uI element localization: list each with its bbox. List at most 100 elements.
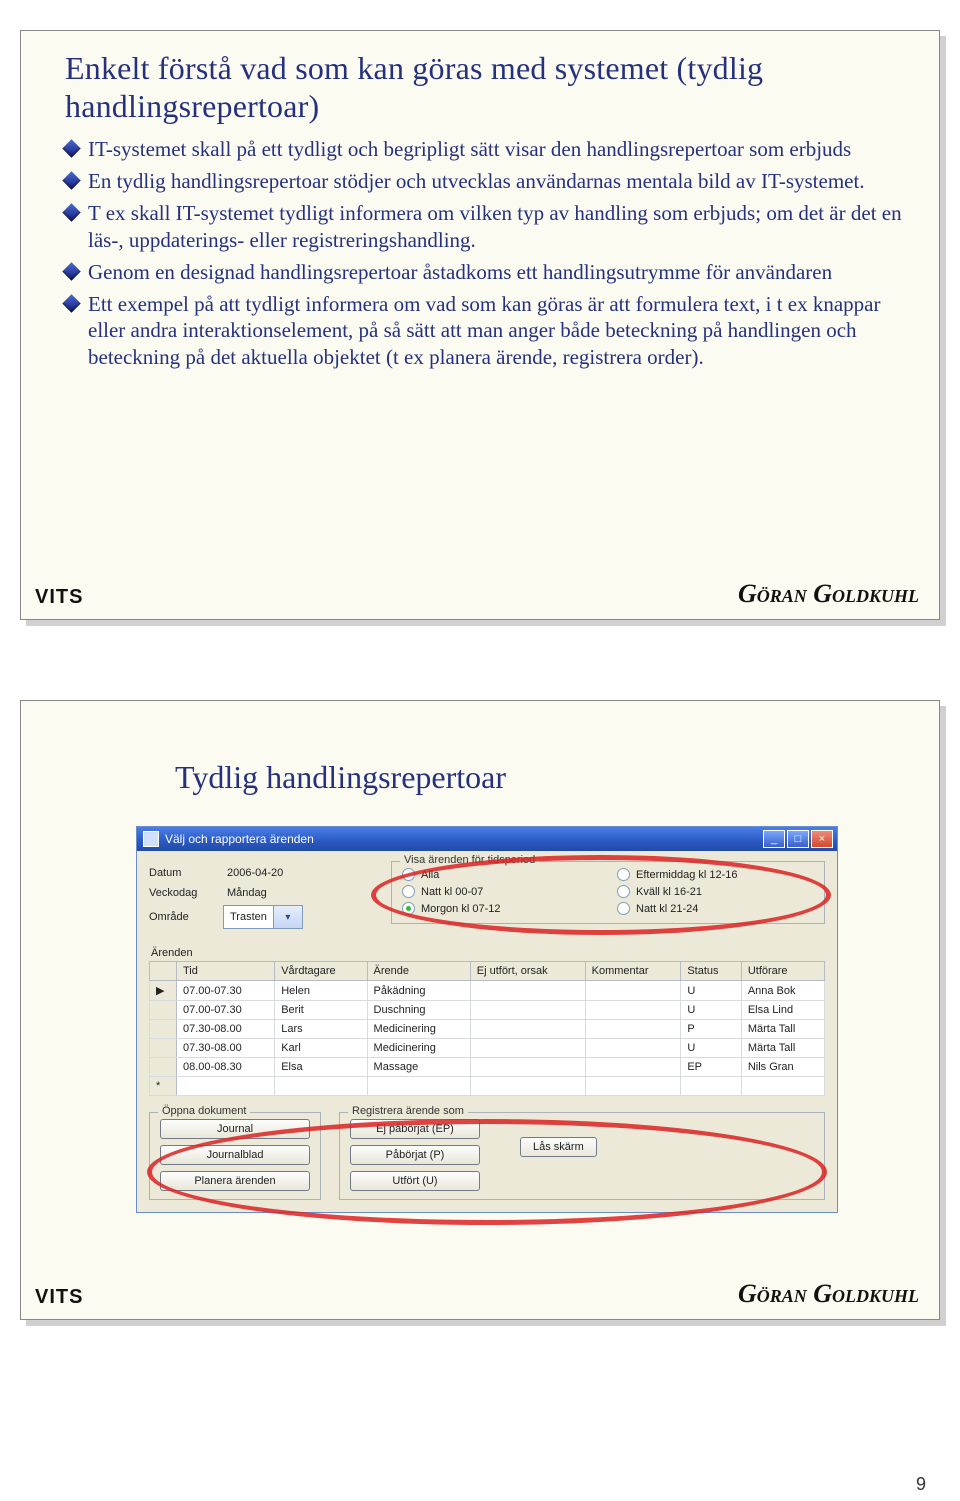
footer-author: Göran Goldkuhl — [738, 579, 919, 609]
row-marker — [150, 1058, 177, 1077]
diamond-icon — [62, 262, 80, 280]
label-arenden: Ärenden — [151, 947, 825, 959]
maximize-button[interactable]: □ — [787, 830, 809, 848]
label-veckodag: Veckodag — [149, 887, 223, 899]
list-item: T ex skall IT-systemet tydligt informera… — [65, 200, 909, 253]
radio-label: Eftermiddag kl 12-16 — [636, 869, 738, 881]
cell-arende: Massage — [367, 1058, 470, 1077]
cell-kommentar — [585, 1039, 681, 1058]
radio-alla[interactable]: Alla — [402, 868, 599, 881]
radio-label: Natt kl 00-07 — [421, 886, 483, 898]
col-kommentar: Kommentar — [585, 962, 681, 981]
table-row[interactable]: 07.00-07.30BeritDuschningUElsa Lind — [150, 1001, 825, 1020]
legend-open: Öppna dokument — [158, 1105, 250, 1117]
label-datum: Datum — [149, 867, 223, 879]
radio-natt1[interactable]: Natt kl 00-07 — [402, 885, 599, 898]
table-row[interactable]: 07.30-08.00LarsMedicineringPMärta Tall — [150, 1020, 825, 1039]
app-icon — [143, 831, 159, 847]
diamond-icon — [62, 171, 80, 189]
radio-kvall[interactable]: Kväll kl 16-21 — [617, 885, 814, 898]
diamond-icon — [62, 294, 80, 312]
page-number: 9 — [916, 1474, 926, 1495]
cell-tid: 07.00-07.30 — [177, 1001, 275, 1020]
cell-arende: Medicinering — [367, 1020, 470, 1039]
ej-paborjat-button[interactable]: Ej påbörjat (EP) — [350, 1119, 480, 1139]
table-row[interactable]: 08.00-08.30ElsaMassage EPNils Gran — [150, 1058, 825, 1077]
cell-status: EP — [681, 1058, 742, 1077]
row-marker — [150, 1020, 177, 1039]
journalblad-button[interactable]: Journalblad — [160, 1145, 310, 1165]
combo-omrade[interactable]: Trasten ▾ — [223, 905, 303, 929]
row-marker: ▶ — [150, 981, 177, 1001]
cell-kommentar — [585, 1001, 681, 1020]
cell-utforare: Anna Bok — [741, 981, 824, 1001]
cell-orsak — [470, 1039, 585, 1058]
planera-arenden-button[interactable]: Planera ärenden — [160, 1171, 310, 1191]
form-left: Datum 2006-04-20 Veckodag Måndag Område … — [149, 861, 379, 933]
cell-status: P — [681, 1020, 742, 1039]
value-datum: 2006-04-20 — [223, 865, 341, 881]
journal-button[interactable]: Journal — [160, 1119, 310, 1139]
close-button[interactable]: × — [811, 830, 833, 848]
radio-label: Alla — [421, 869, 439, 881]
radio-dot — [617, 885, 630, 898]
cell-utforare: Märta Tall — [741, 1039, 824, 1058]
cell-orsak — [470, 1001, 585, 1020]
bullet-text: Ett exempel på att tydligt informera om … — [88, 291, 909, 370]
title-bar[interactable]: Välj och rapportera ärenden _ □ × — [137, 827, 837, 851]
list-item: IT-systemet skall på ett tydligt och beg… — [65, 136, 909, 162]
slide1-bullets: IT-systemet skall på ett tydligt och beg… — [65, 136, 909, 370]
cell-vardtagare: Berit — [275, 1001, 367, 1020]
cell-arende: Medicinering — [367, 1039, 470, 1058]
utfort-button[interactable]: Utfört (U) — [350, 1171, 480, 1191]
cell-kommentar — [585, 1058, 681, 1077]
cell-tid: 07.30-08.00 — [177, 1020, 275, 1039]
list-item: Genom en designad handlingsrepertoar åst… — [65, 259, 909, 285]
app-window: Välj och rapportera ärenden _ □ × Datum … — [136, 826, 838, 1213]
cell-status: U — [681, 1039, 742, 1058]
radio-dot — [402, 868, 415, 881]
cell-tid: 07.00-07.30 — [177, 981, 275, 1001]
table-row[interactable]: ▶07.00-07.30HelenPåkädningUAnna Bok — [150, 981, 825, 1001]
radio-eftermiddag[interactable]: Eftermiddag kl 12-16 — [617, 868, 814, 881]
value-veckodag: Måndag — [223, 885, 341, 901]
cell-utforare: Nils Gran — [741, 1058, 824, 1077]
diamond-icon — [62, 139, 80, 157]
arenden-table[interactable]: Tid Vårdtagare Ärende Ej utfört, orsak K… — [149, 961, 825, 1096]
combo-value: Trasten — [224, 909, 273, 925]
bullet-text: Genom en designad handlingsrepertoar åst… — [88, 259, 832, 285]
list-item: En tydlig handlingsrepertoar stödjer och… — [65, 168, 909, 194]
radio-dot — [402, 885, 415, 898]
lock-screen-button[interactable]: Lås skärm — [520, 1137, 597, 1157]
slide2-title: Tydlig handlingsrepertoar — [175, 759, 909, 796]
radio-natt2[interactable]: Natt kl 21-24 — [617, 902, 814, 915]
footer-org: VITS — [35, 586, 83, 609]
cell-utforare: Elsa Lind — [741, 1001, 824, 1020]
col-status: Status — [681, 962, 742, 981]
radio-dot — [617, 902, 630, 915]
radio-group-period: Alla Eftermiddag kl 12-16 Natt kl 00-07 … — [402, 868, 814, 915]
list-item: Ett exempel på att tydligt informera om … — [65, 291, 909, 370]
cell-tid: 08.00-08.30 — [177, 1058, 275, 1077]
cell-tid: 07.30-08.00 — [177, 1039, 275, 1058]
table-header-row: Tid Vårdtagare Ärende Ej utfört, orsak K… — [150, 962, 825, 981]
col-utforare: Utförare — [741, 962, 824, 981]
col-orsak: Ej utfört, orsak — [470, 962, 585, 981]
cell-vardtagare: Elsa — [275, 1058, 367, 1077]
cell-arende: Duschning — [367, 1001, 470, 1020]
radio-dot — [617, 868, 630, 881]
table-row[interactable]: 07.30-08.00KarlMedicineringUMärta Tall — [150, 1039, 825, 1058]
cell-kommentar — [585, 1020, 681, 1039]
cell-vardtagare: Helen — [275, 981, 367, 1001]
minimize-button[interactable]: _ — [763, 830, 785, 848]
cell-vardtagare: Lars — [275, 1020, 367, 1039]
paborjat-button[interactable]: Påbörjat (P) — [350, 1145, 480, 1165]
legend-period: Visa ärenden för tidsperiod — [400, 854, 539, 866]
radio-morgon[interactable]: Morgon kl 07-12 — [402, 902, 599, 915]
table-row[interactable]: * — [150, 1077, 825, 1096]
radio-label: Natt kl 21-24 — [636, 903, 698, 915]
chevron-down-icon: ▾ — [273, 906, 302, 928]
slide-1: Enkelt förstå vad som kan göras med syst… — [20, 30, 940, 620]
fieldset-open: Öppna dokument Journal Journalblad Plane… — [149, 1112, 321, 1200]
footer-org: VITS — [35, 1286, 83, 1309]
